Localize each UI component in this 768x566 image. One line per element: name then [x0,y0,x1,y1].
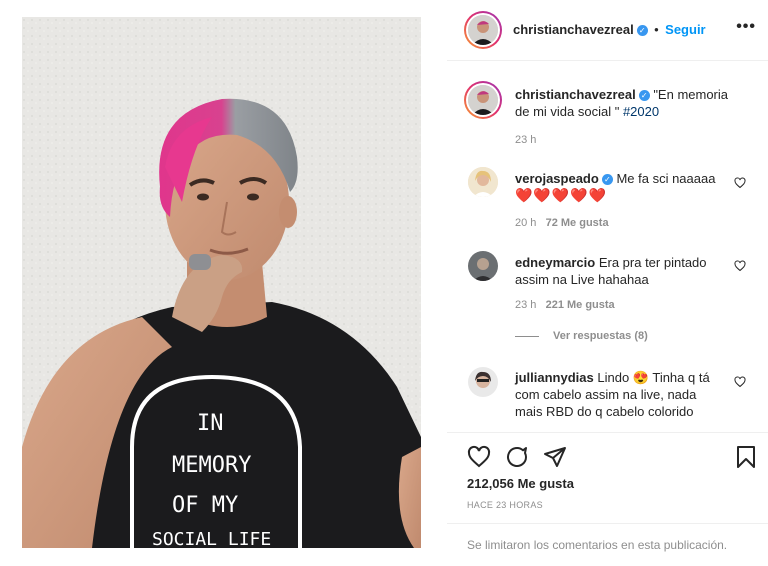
view-replies-label[interactable]: Ver respuestas (8) [553,330,648,342]
post-time: HACE 23 HORAS [467,500,543,510]
comment-time: 20 h [515,217,537,229]
share-paper-plane-icon[interactable] [543,445,567,469]
caption-hashtag[interactable]: #2020 [623,104,659,119]
hearts-emoji: ❤️❤️❤️❤️❤️ [515,187,608,203]
portrait-image: IN MEMORY OF MY SOCIAL LIFE [22,17,421,548]
comment: verojaspeado ✓ Me fa sci naaaaa ❤️❤️❤️❤️❤… [515,170,735,204]
likes-count[interactable]: 212,056 Me gusta [467,476,574,491]
caption: christianchavezreal ✓ "En memoria de mi v… [515,86,740,120]
comment: edneymarcio Era pra ter pintado assim na… [515,254,735,288]
shirt-text-line-4: SOCIAL LIFE [152,529,271,548]
comment-likes[interactable]: 221 Me gusta [546,299,615,311]
comment-avatar[interactable] [468,251,498,281]
like-comment-heart-icon[interactable] [734,177,746,189]
comment-avatar[interactable] [468,167,498,197]
like-heart-icon[interactable] [467,445,491,469]
comment: julliannydias Lindo 😍 Tinha q tá com cab… [515,369,720,420]
follow-button[interactable]: Seguir [665,22,705,37]
caption-time: 23 h [515,134,537,146]
comment-username[interactable]: edneymarcio [515,255,595,270]
like-comment-heart-icon[interactable] [734,260,746,272]
save-bookmark-icon[interactable] [735,445,757,469]
instagram-post: IN MEMORY OF MY SOCIAL LIFE christiancha… [0,0,768,565]
comment-time: 23 h [515,299,537,311]
verified-badge-icon: ✓ [638,90,650,101]
comment-meta: 23 h 221 Me gusta [515,299,615,311]
comments-limited-text: Se limitaron los comentarios en esta pub… [467,538,728,552]
author-avatar[interactable] [464,11,502,49]
caption-avatar[interactable] [464,81,502,119]
like-comment-heart-icon[interactable] [734,376,746,388]
comment-meta: 20 h 72 Me gusta [515,217,609,229]
shirt-text-line-2: MEMORY [172,453,251,478]
author-username[interactable]: christianchavezreal [513,22,634,37]
separator-dot: • [654,22,659,37]
post-photo[interactable]: IN MEMORY OF MY SOCIAL LIFE [22,17,421,548]
verified-badge-icon: ✓ [636,25,648,36]
comment-text: Me fa sci naaaaa [616,171,716,186]
replies-divider [515,335,539,337]
verified-badge-icon: ✓ [601,174,613,185]
shirt-text-line-1: IN [197,411,224,436]
caption-username[interactable]: christianchavezreal [515,87,636,102]
comment-username[interactable]: julliannydias [515,370,594,385]
comment-avatar[interactable] [468,367,498,397]
view-replies-button[interactable]: Ver respuestas (8) [515,330,648,342]
comment-username[interactable]: verojaspeado [515,171,599,186]
shirt-text-line-3: OF MY [172,493,238,518]
comment-bubble-icon[interactable] [505,445,529,469]
post-sidebar: christianchavezreal ✓ • Seguir ••• christ… [447,0,768,565]
post-header: christianchavezreal ✓ • Seguir ••• [447,0,768,61]
comment-likes[interactable]: 72 Me gusta [546,217,609,229]
comments-limited-footer: Se limitaron los comentarios en esta pub… [447,523,768,566]
more-options-icon[interactable]: ••• [736,18,756,36]
